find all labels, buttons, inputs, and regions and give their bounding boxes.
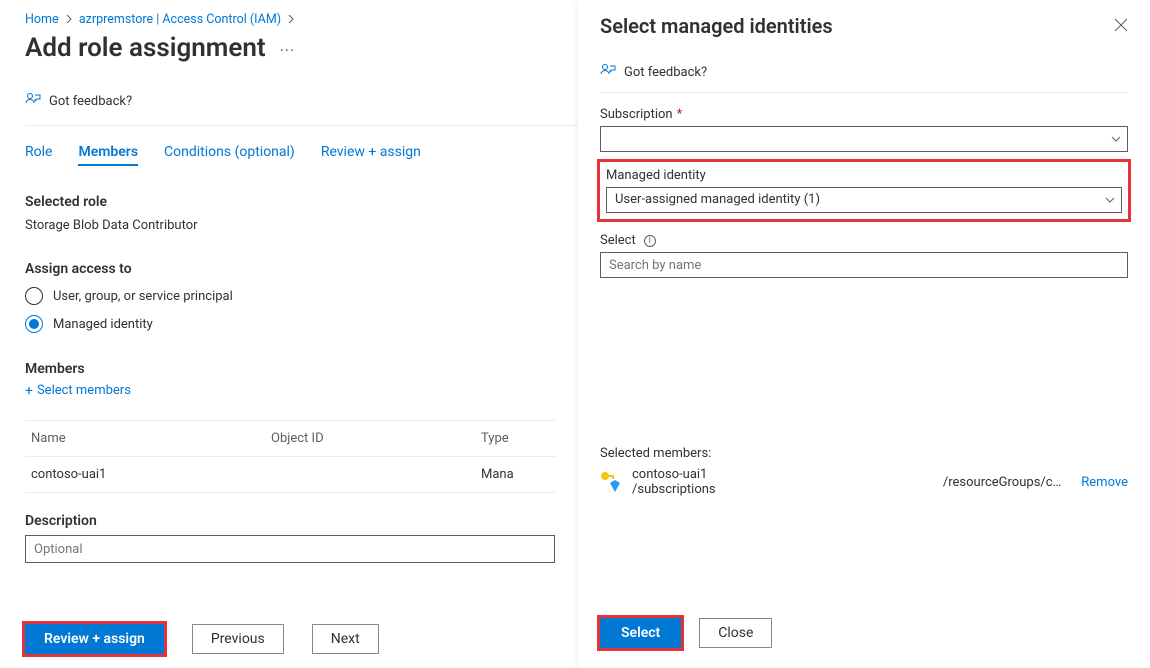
- feedback-icon: [600, 62, 616, 82]
- select-button[interactable]: Select: [600, 618, 681, 648]
- panel-feedback-label: Got feedback?: [624, 65, 707, 80]
- tab-conditions[interactable]: Conditions (optional): [164, 144, 295, 166]
- col-header-name: Name: [31, 431, 271, 446]
- col-header-objectid: Object ID: [271, 431, 481, 446]
- close-button[interactable]: Close: [699, 618, 772, 648]
- selected-member-rg: /resourceGroups/c…: [943, 475, 1061, 490]
- table-row[interactable]: contoso-uai1 Mana: [25, 457, 555, 493]
- managed-identity-icon: [600, 471, 622, 493]
- tab-members[interactable]: Members: [78, 144, 138, 166]
- required-star-icon: *: [677, 107, 683, 122]
- cell-objectid: [271, 467, 481, 482]
- members-label: Members: [25, 361, 578, 377]
- managed-identity-label: Managed identity: [606, 168, 1122, 183]
- page-title: Add role assignment: [25, 33, 266, 63]
- select-identities-panel: Select managed identities Got feedback? …: [578, 0, 1150, 668]
- tabs: Role Members Conditions (optional) Revie…: [25, 144, 578, 166]
- radio-managed-identity[interactable]: Managed identity: [25, 315, 578, 333]
- selected-member-name: contoso-uai1: [632, 467, 933, 482]
- radio-unselected-icon: [25, 287, 43, 305]
- selected-member-path: /subscriptions: [632, 482, 933, 497]
- panel-footer: Select Close: [600, 618, 772, 648]
- subscription-label: Subscription*: [600, 107, 1128, 122]
- tab-role[interactable]: Role: [25, 144, 52, 166]
- feedback-label: Got feedback?: [49, 94, 132, 109]
- panel-title: Select managed identities: [600, 14, 833, 38]
- left-footer: Review + assign Previous Next: [25, 624, 379, 654]
- more-actions-button[interactable]: ···: [280, 37, 296, 60]
- feedback-link[interactable]: Got feedback?: [25, 91, 578, 111]
- description-label: Description: [25, 513, 578, 529]
- previous-button[interactable]: Previous: [192, 624, 284, 654]
- select-members-text: Select members: [37, 383, 131, 398]
- selected-role-value: Storage Blob Data Contributor: [25, 218, 578, 233]
- divider: [25, 125, 578, 126]
- chevron-right-icon: [65, 12, 73, 27]
- panel-feedback-link[interactable]: Got feedback?: [600, 62, 1128, 82]
- selected-members-area: Selected members: contoso-uai1 /subscrip…: [600, 446, 1128, 497]
- chevron-right-icon: [287, 12, 295, 27]
- next-button[interactable]: Next: [312, 624, 379, 654]
- radio-selected-icon: [25, 315, 43, 333]
- selected-member-row: contoso-uai1 /subscriptions /resourceGro…: [600, 467, 1128, 497]
- subscription-dropdown[interactable]: [600, 126, 1128, 152]
- description-input[interactable]: [25, 535, 555, 563]
- radio-user-label: User, group, or service principal: [53, 289, 233, 304]
- select-label: Select i: [600, 233, 1128, 248]
- close-icon[interactable]: [1114, 17, 1128, 36]
- breadcrumb-home[interactable]: Home: [25, 12, 59, 27]
- cell-name: contoso-uai1: [31, 467, 271, 482]
- selected-members-label: Selected members:: [600, 446, 1128, 461]
- info-icon[interactable]: i: [644, 235, 656, 247]
- review-assign-button[interactable]: Review + assign: [25, 624, 164, 654]
- members-table: Name Object ID Type contoso-uai1 Mana: [25, 420, 555, 493]
- feedback-icon: [25, 91, 41, 111]
- divider: [600, 92, 1128, 93]
- radio-user-group[interactable]: User, group, or service principal: [25, 287, 578, 305]
- managed-identity-dropdown[interactable]: User-assigned managed identity (1): [606, 187, 1122, 213]
- remove-member-link[interactable]: Remove: [1081, 475, 1128, 490]
- selected-role-label: Selected role: [25, 194, 578, 210]
- assign-access-label: Assign access to: [25, 261, 578, 277]
- select-members-link[interactable]: + Select members: [25, 383, 578, 398]
- col-header-type: Type: [481, 431, 549, 446]
- breadcrumb-resource[interactable]: azrpremstore | Access Control (IAM): [79, 12, 281, 27]
- breadcrumb: Home azrpremstore | Access Control (IAM): [25, 12, 578, 27]
- main-content: Home azrpremstore | Access Control (IAM)…: [0, 0, 578, 668]
- tab-review[interactable]: Review + assign: [321, 144, 421, 166]
- radio-mi-label: Managed identity: [53, 317, 153, 332]
- search-input[interactable]: [600, 252, 1128, 278]
- cell-type: Mana: [481, 467, 549, 482]
- plus-icon: +: [25, 384, 33, 398]
